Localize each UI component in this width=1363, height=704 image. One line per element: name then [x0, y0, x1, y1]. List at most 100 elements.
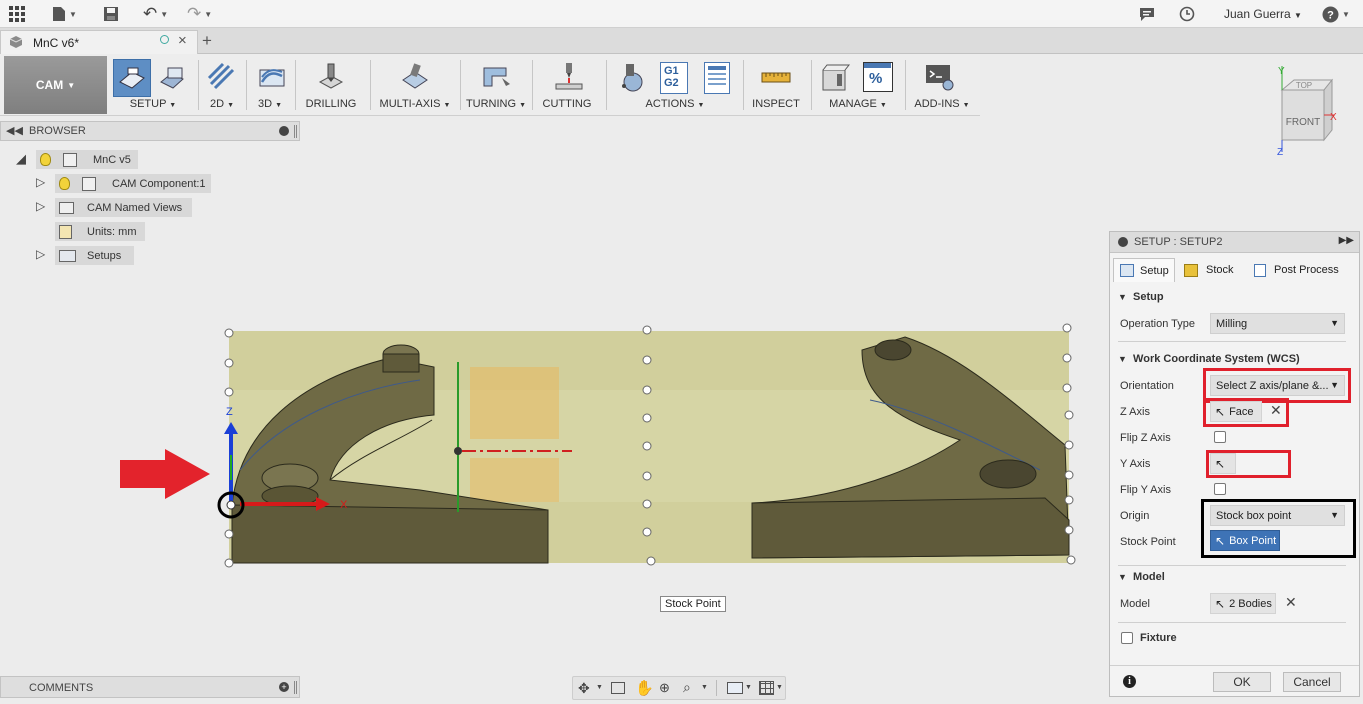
templates-icon[interactable]: %: [863, 62, 893, 92]
drilling-group-label[interactable]: DRILLING: [299, 98, 363, 110]
tree-item-units[interactable]: Units: mm: [55, 222, 145, 241]
turning-icon[interactable]: [482, 62, 512, 92]
tool-library-icon[interactable]: [821, 62, 851, 92]
cutting-icon[interactable]: [554, 62, 584, 92]
close-tab-icon[interactable]: ×: [178, 32, 187, 49]
3d-group-label[interactable]: 3D ▼: [250, 98, 290, 110]
browser-options-icon[interactable]: [279, 126, 289, 136]
turning-group-label[interactable]: TURNING ▼: [464, 98, 528, 110]
multi-axis-group-label[interactable]: MULTI-AXIS ▼: [374, 98, 456, 110]
turning-group[interactable]: TURNING ▼: [464, 56, 528, 114]
file-menu-button[interactable]: ▼: [52, 4, 77, 24]
multi-axis-icon[interactable]: [400, 62, 430, 92]
pan-hand-icon[interactable]: ✋: [635, 679, 654, 697]
multi-axis-group[interactable]: MULTI-AXIS ▼: [374, 56, 456, 114]
post-process-icon[interactable]: G1 G2: [660, 62, 688, 94]
inspect-group[interactable]: INSPECT: [747, 56, 805, 114]
actions-group-label[interactable]: ACTIONS ▼: [610, 98, 740, 110]
operation-type-select[interactable]: Milling ▼: [1210, 313, 1345, 334]
inspect-group-label[interactable]: INSPECT: [747, 98, 805, 110]
2d-adaptive-icon[interactable]: [207, 62, 237, 92]
scripts-addins-icon[interactable]: [925, 62, 955, 92]
visibility-bulb-icon[interactable]: [59, 177, 70, 190]
add-comment-icon[interactable]: +: [279, 682, 289, 692]
comments-pin-icon[interactable]: [294, 681, 297, 694]
cutting-group[interactable]: CUTTING: [536, 56, 598, 114]
info-icon[interactable]: i: [1123, 675, 1136, 688]
3d-adaptive-icon[interactable]: [257, 62, 287, 92]
help-button[interactable]: ? ▼: [1322, 4, 1350, 24]
measure-icon[interactable]: [761, 62, 791, 92]
look-at-icon[interactable]: [611, 682, 625, 694]
viewcube-front-label[interactable]: FRONT: [1286, 117, 1320, 128]
display-settings-icon[interactable]: [727, 682, 743, 694]
flip-z-axis-checkbox[interactable]: [1214, 431, 1226, 443]
tab-document[interactable]: MnC v6* ×: [0, 30, 198, 54]
fit-icon[interactable]: ⌕: [683, 679, 691, 696]
setup-sheet-doc-icon[interactable]: [704, 62, 730, 94]
tree-expand-icon[interactable]: ▷: [36, 175, 45, 189]
dialog-options-icon[interactable]: [1118, 237, 1128, 247]
component-icon: [82, 176, 96, 191]
tree-expand-root-icon[interactable]: ◢: [16, 151, 26, 167]
3d-group[interactable]: 3D ▼: [250, 56, 290, 114]
new-setup-icon[interactable]: [113, 59, 151, 97]
section-model[interactable]: ▼ Model: [1118, 571, 1165, 583]
orbit-icon[interactable]: ✥: [578, 680, 590, 697]
new-tab-button[interactable]: +: [202, 31, 212, 51]
save-button[interactable]: [103, 4, 119, 24]
add-ins-group[interactable]: ADD-INS ▼: [909, 56, 975, 114]
tab-stock[interactable]: Stock: [1182, 258, 1248, 282]
history-button[interactable]: [1179, 4, 1195, 24]
browser-pin-icon[interactable]: [294, 125, 297, 138]
cancel-button[interactable]: Cancel: [1283, 672, 1341, 692]
setup-sheet-icon[interactable]: [158, 62, 188, 92]
redo-button[interactable]: ↷ ▼: [187, 4, 212, 24]
tree-item-named-views[interactable]: CAM Named Views: [55, 198, 192, 217]
ok-button[interactable]: OK: [1213, 672, 1271, 692]
3d-viewport[interactable]: Z X: [0, 141, 1108, 671]
user-menu[interactable]: Juan Guerra ▼: [1224, 7, 1302, 21]
tab-setup[interactable]: Setup: [1113, 258, 1175, 282]
viewcube[interactable]: TOP FRONT Y X Z: [1274, 62, 1360, 158]
section-setup[interactable]: ▼ Setup: [1118, 291, 1164, 303]
cutting-group-label[interactable]: CUTTING: [536, 98, 598, 110]
section-fixture[interactable]: Fixture: [1140, 632, 1177, 644]
browser-panel-header[interactable]: ◀◀ BROWSER: [0, 121, 300, 141]
simulate-icon[interactable]: [616, 62, 646, 92]
tree-expand-icon[interactable]: ▷: [36, 247, 45, 261]
setup-group[interactable]: SETUP ▼: [110, 56, 196, 114]
grid-snaps-icon[interactable]: [759, 681, 774, 695]
flip-y-axis-checkbox[interactable]: [1214, 483, 1226, 495]
apps-grid-icon[interactable]: [8, 4, 26, 24]
model-selection[interactable]: ↖ 2 Bodies: [1210, 593, 1276, 614]
tree-item-root[interactable]: MnC v5: [36, 150, 138, 169]
manage-group[interactable]: % MANAGE ▼: [815, 56, 901, 114]
tree-item-cam-component[interactable]: CAM Component:1: [55, 174, 211, 193]
setup-dialog-header[interactable]: SETUP : SETUP2 ▶▶: [1110, 232, 1359, 253]
comments-panel-header[interactable]: COMMENTS +: [0, 676, 300, 698]
drill-icon[interactable]: [316, 62, 346, 92]
2d-group[interactable]: 2D ▼: [202, 56, 242, 114]
viewcube-top-label[interactable]: TOP: [1296, 81, 1312, 90]
collapse-browser-icon[interactable]: ◀◀: [6, 124, 23, 137]
drilling-group[interactable]: DRILLING: [299, 56, 363, 114]
flip-z-axis-label: Flip Z Axis: [1120, 432, 1171, 444]
manage-group-label[interactable]: MANAGE ▼: [815, 98, 901, 110]
chat-button[interactable]: [1139, 4, 1155, 24]
visibility-bulb-icon[interactable]: [40, 153, 51, 166]
actions-group[interactable]: G1 G2 ACTIONS ▼: [610, 56, 740, 114]
zoom-icon[interactable]: ⊕: [659, 680, 670, 696]
undo-button[interactable]: ↶ ▼: [143, 4, 168, 24]
tab-post-process[interactable]: Post Process: [1250, 258, 1358, 282]
add-ins-group-label[interactable]: ADD-INS ▼: [909, 98, 975, 110]
section-wcs[interactable]: ▼ Work Coordinate System (WCS): [1118, 353, 1300, 365]
clear-model-icon[interactable]: ✕: [1285, 594, 1297, 611]
workspace-switcher[interactable]: CAM ▼: [4, 56, 107, 114]
fixture-checkbox[interactable]: [1121, 632, 1133, 644]
2d-group-label[interactable]: 2D ▼: [202, 98, 242, 110]
setup-group-label[interactable]: SETUP ▼: [110, 98, 196, 110]
expand-dialog-icon[interactable]: ▶▶: [1339, 235, 1354, 246]
tree-expand-icon[interactable]: ▷: [36, 199, 45, 213]
tree-item-setups[interactable]: Setups: [55, 246, 134, 265]
